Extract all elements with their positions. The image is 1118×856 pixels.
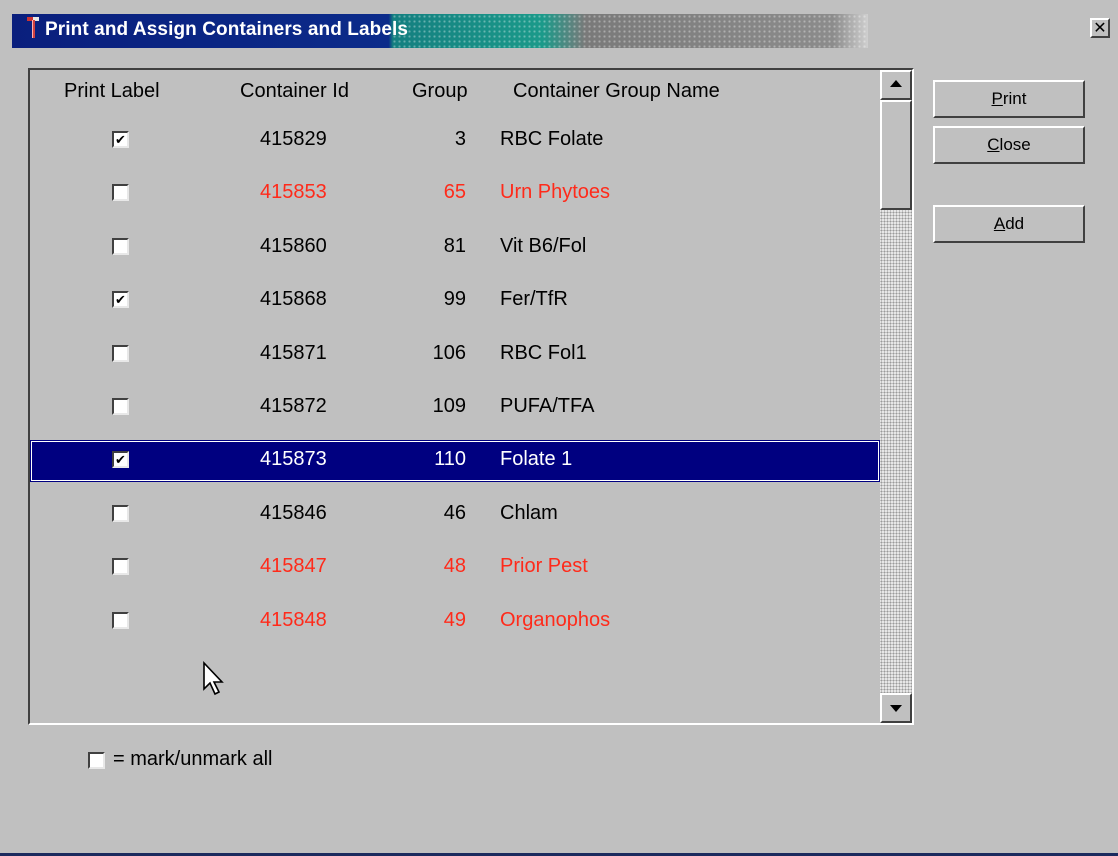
table-row[interactable]: 415871 106 RBC Fol1 [30, 334, 880, 376]
print-label-checkbox[interactable] [112, 505, 129, 522]
scroll-down-button[interactable] [880, 693, 912, 723]
print-label-checkbox[interactable] [112, 184, 129, 201]
print-label-checkbox[interactable] [112, 398, 129, 415]
window-title: Print and Assign Containers and Labels [45, 19, 409, 40]
group-cell: 110 [434, 448, 466, 470]
container-group-name-cell: Urn Phytoes [500, 181, 611, 203]
container-group-name-cell: Folate 1 [500, 448, 573, 470]
container-id-cell: 415848 [260, 609, 327, 631]
print-label-checkbox[interactable] [112, 345, 129, 362]
mark-all-label: = mark/unmark all [113, 748, 273, 770]
arrow-up-icon [890, 80, 902, 87]
column-header-container-id[interactable]: Container Id [240, 80, 349, 103]
dialog-window: Print and Assign Containers and Labels ✕… [0, 0, 1118, 856]
print-button-label: rint [1002, 89, 1027, 108]
group-cell: 46 [443, 502, 466, 524]
container-id-cell: 415860 [260, 235, 327, 257]
print-label-checkbox[interactable]: ✔ [112, 131, 129, 148]
print-label-checkbox[interactable]: ✔ [112, 291, 129, 308]
group-cell: 3 [454, 128, 466, 150]
table-row[interactable]: 415860 81 Vit B6/Fol [30, 227, 880, 269]
container-id-cell: 415853 [260, 181, 327, 203]
container-id-cell: 415829 [260, 128, 327, 150]
print-button-accel: P [991, 89, 1003, 108]
vertical-scrollbar[interactable] [880, 70, 912, 723]
print-label-checkbox[interactable] [112, 238, 129, 255]
print-label-checkbox[interactable] [112, 558, 129, 575]
container-group-name-cell: Chlam [500, 502, 558, 524]
scroll-up-button[interactable] [880, 70, 912, 100]
table-row[interactable]: ✔ 415873 110 Folate 1 [30, 440, 880, 482]
column-header-group[interactable]: Group [412, 80, 468, 103]
container-id-cell: 415873 [260, 448, 327, 470]
group-cell: 65 [443, 181, 466, 203]
print-button[interactable]: Print [933, 80, 1085, 118]
group-cell: 81 [443, 235, 466, 257]
close-icon: ✕ [1093, 20, 1107, 37]
container-group-name-cell: PUFA/TFA [500, 395, 595, 417]
container-group-name-cell: RBC Fol1 [500, 342, 587, 364]
container-group-name-cell: Prior Pest [500, 555, 588, 577]
column-header-container-group-name[interactable]: Container Group Name [513, 80, 720, 103]
container-grid[interactable]: Print Label Container Id Group Container… [28, 68, 914, 725]
print-label-checkbox[interactable] [112, 612, 129, 629]
container-id-cell: 415868 [260, 288, 327, 310]
add-button-accel: A [993, 214, 1006, 233]
container-id-cell: 415871 [260, 342, 327, 364]
grid-body: Print Label Container Id Group Container… [30, 70, 880, 723]
group-cell: 48 [443, 555, 466, 577]
title-bar[interactable]: Print and Assign Containers and Labels [12, 14, 868, 48]
group-cell: 106 [432, 342, 466, 364]
mouse-pointer-icon [203, 661, 224, 696]
close-button[interactable]: Close [933, 126, 1085, 164]
add-button-label: dd [1005, 214, 1025, 233]
arrow-down-icon [890, 705, 902, 712]
table-row[interactable]: 415846 46 Chlam [30, 494, 880, 536]
print-label-checkbox[interactable]: ✔ [112, 451, 129, 468]
table-row[interactable]: 415848 49 Organophos [30, 601, 880, 643]
column-header-print-label[interactable]: Print Label [64, 80, 160, 103]
table-row[interactable]: 415872 109 PUFA/TFA [30, 387, 880, 429]
container-id-cell: 415846 [260, 502, 327, 524]
close-window-button[interactable]: ✕ [1090, 18, 1110, 38]
group-cell: 49 [443, 609, 466, 631]
container-id-cell: 415847 [260, 555, 327, 577]
table-row[interactable]: 415853 65 Urn Phytoes [30, 173, 880, 215]
add-button[interactable]: Add [933, 205, 1085, 243]
container-group-name-cell: RBC Folate [500, 128, 604, 150]
scroll-thumb[interactable] [880, 100, 912, 210]
table-row[interactable]: 415847 48 Prior Pest [30, 547, 880, 589]
mark-all-checkbox[interactable] [88, 752, 105, 769]
container-group-name-cell: Vit B6/Fol [500, 235, 587, 257]
container-group-name-cell: Organophos [500, 609, 611, 631]
close-button-accel: C [987, 135, 1000, 154]
table-row[interactable]: ✔ 415868 99 Fer/TfR [30, 280, 880, 322]
app-icon [27, 17, 39, 38]
table-row[interactable]: ✔ 415829 3 RBC Folate [30, 120, 880, 162]
group-cell: 99 [443, 288, 466, 310]
group-cell: 109 [432, 395, 466, 417]
container-id-cell: 415872 [260, 395, 327, 417]
container-group-name-cell: Fer/TfR [500, 288, 568, 310]
close-button-label: lose [999, 135, 1031, 154]
